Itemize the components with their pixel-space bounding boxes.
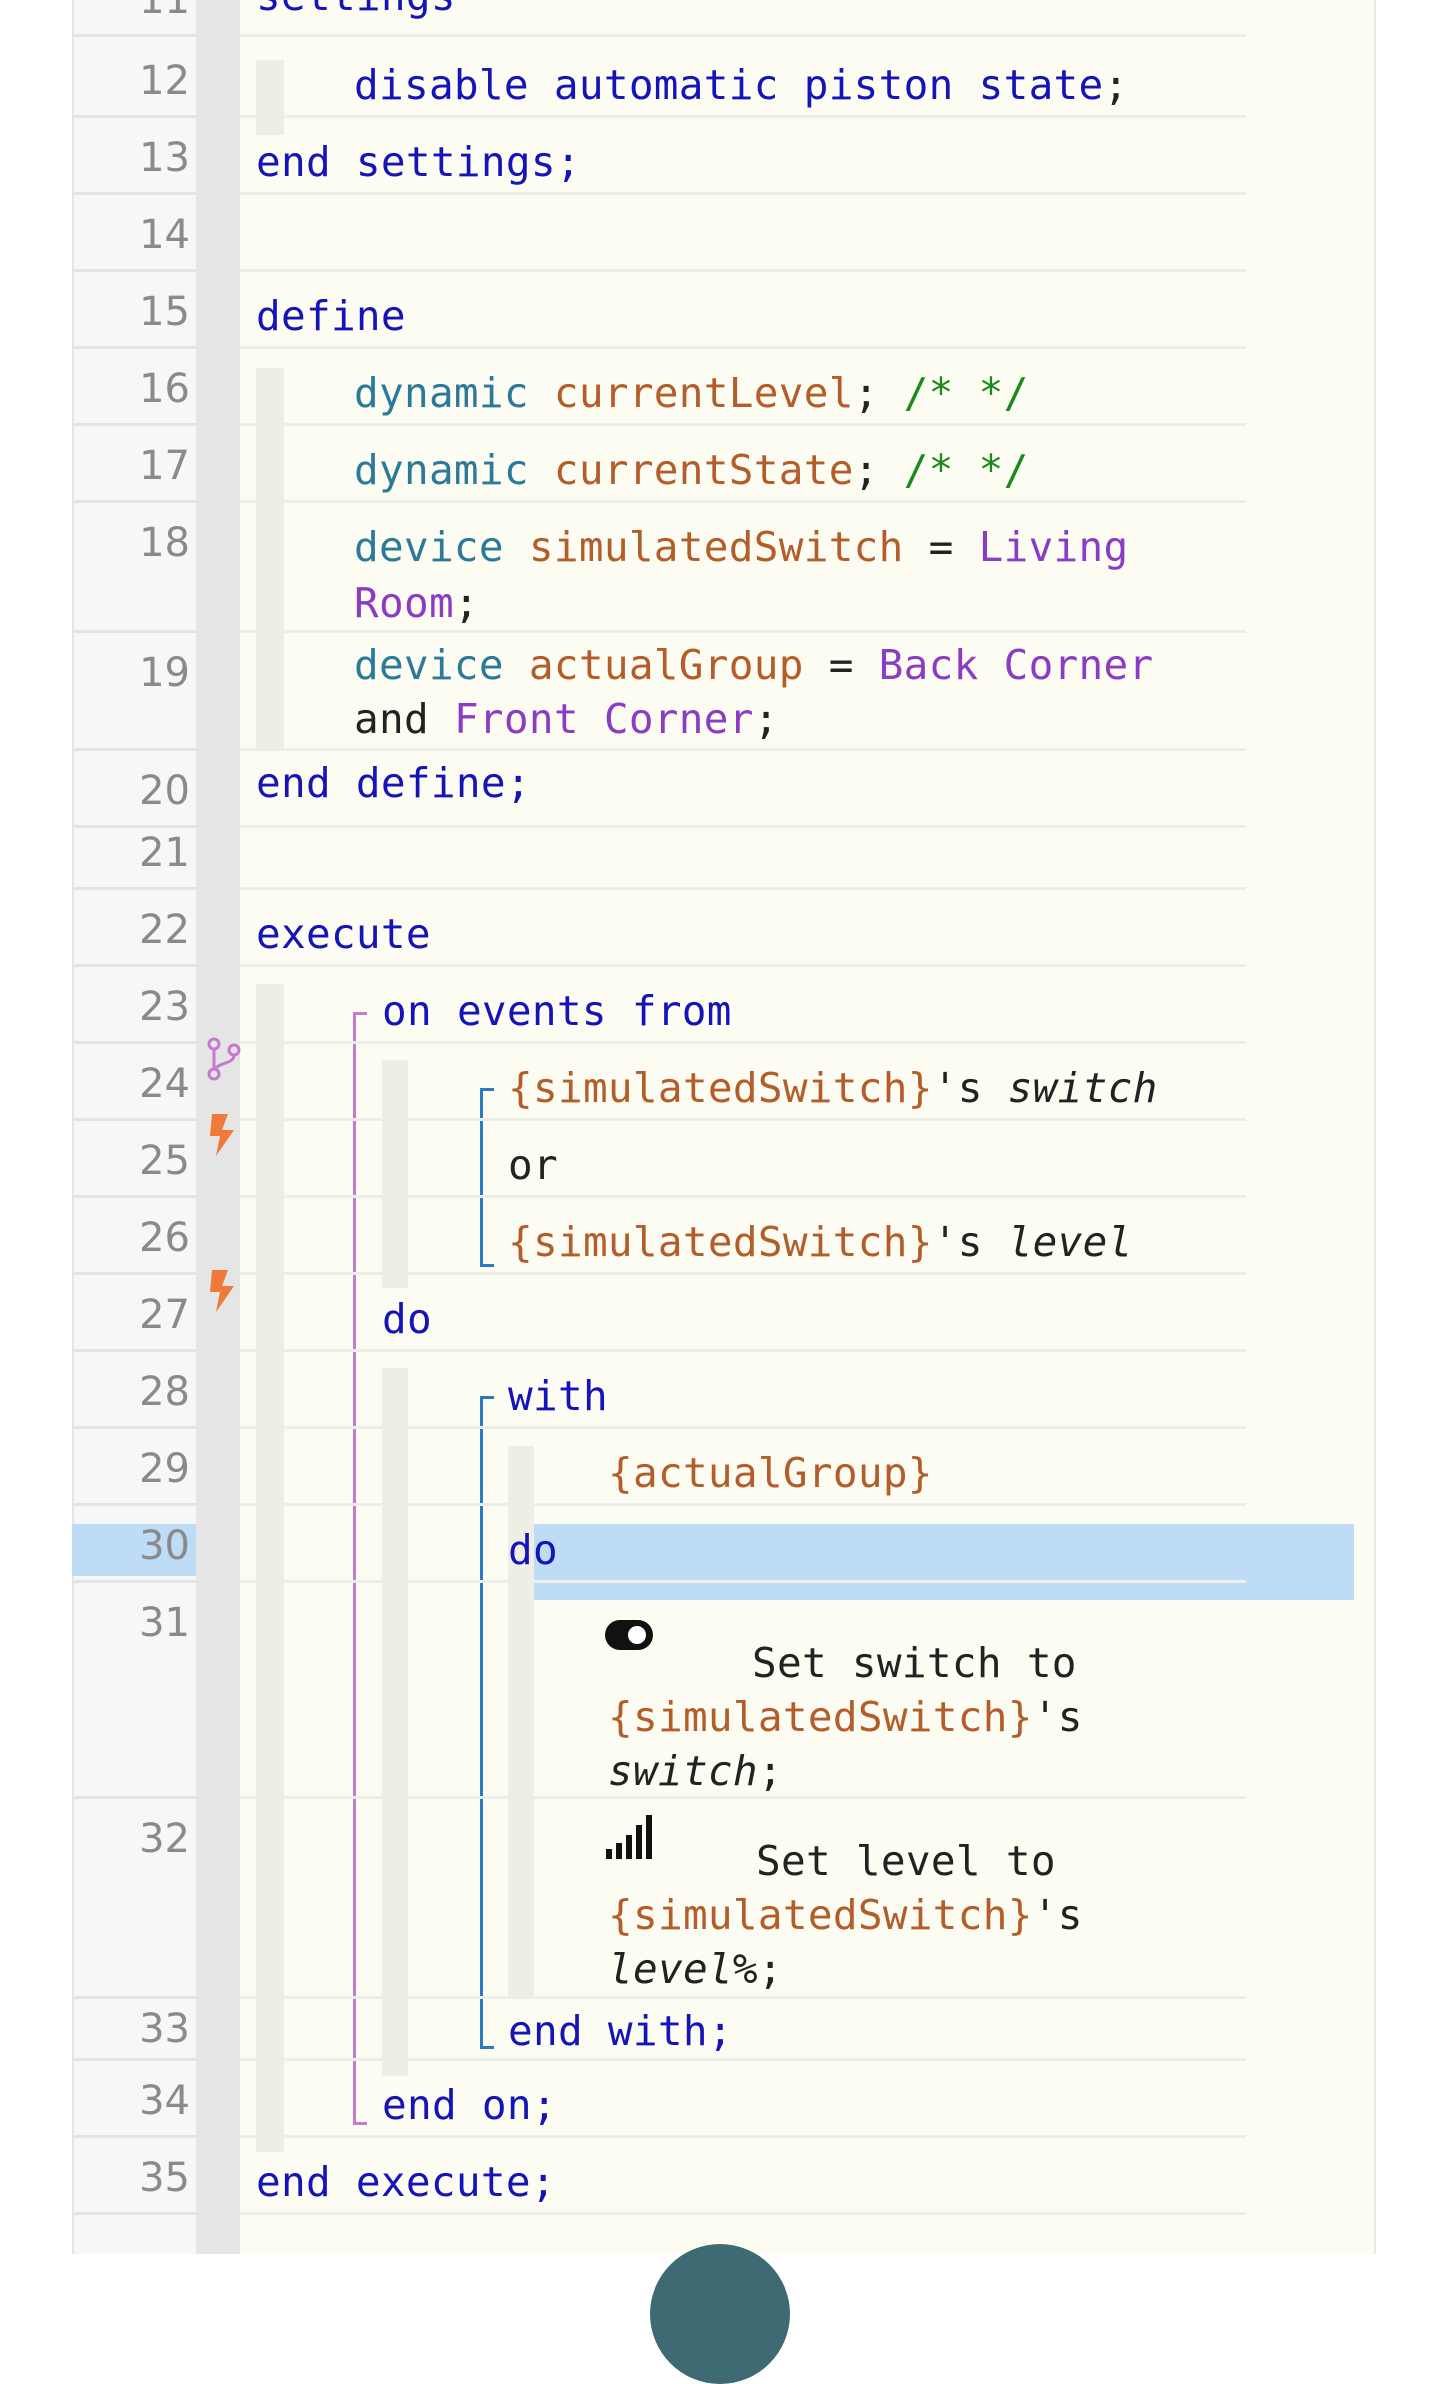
variable-name: {actualGroup} xyxy=(608,1449,933,1497)
keyword: on events from xyxy=(382,987,732,1035)
line-number: 20 xyxy=(139,768,190,814)
line-number: 30 xyxy=(139,1523,190,1569)
code-line-14[interactable]: 14 xyxy=(72,195,1246,272)
device-name: Living xyxy=(978,523,1129,571)
keyword: end define xyxy=(256,759,506,807)
line-number: 25 xyxy=(139,1138,190,1184)
variable-name: simulatedSwitch xyxy=(528,523,904,571)
code-line-16[interactable]: 16 dynamic currentLevel; /* */ xyxy=(72,349,1246,426)
line-number: 21 xyxy=(139,830,190,876)
code-line-18[interactable]: 18 device simulatedSwitch = Living Room; xyxy=(72,503,1246,633)
keyword: end execute xyxy=(256,2158,531,2206)
line-number: 32 xyxy=(139,1816,190,1862)
keyword: settings xyxy=(256,0,456,20)
variable-name: currentLevel xyxy=(553,369,854,417)
device-name: Front Corner xyxy=(453,695,754,743)
code-line-27[interactable]: 27 do xyxy=(72,1275,1246,1352)
line-number: 27 xyxy=(139,1292,190,1338)
keyword: disable automatic piston state xyxy=(354,61,1104,109)
variable-name: {simulatedSwitch} xyxy=(608,1693,1033,1741)
variable-name: {simulatedSwitch} xyxy=(508,1218,933,1266)
keyword: end with xyxy=(508,2007,708,2055)
line-number: 34 xyxy=(139,2078,190,2124)
comment: /* */ xyxy=(903,446,1029,494)
code-line-21[interactable]: 21 xyxy=(72,813,1246,890)
device-name: Room xyxy=(354,579,454,627)
keyword: with xyxy=(508,1372,608,1420)
line-number: 26 xyxy=(139,1215,190,1261)
keyword: do xyxy=(508,1526,558,1574)
line-number: 29 xyxy=(139,1446,190,1492)
toggle-switch-icon xyxy=(605,1620,653,1650)
attribute: level xyxy=(608,1945,733,1993)
variable-name: {simulatedSwitch} xyxy=(508,1064,933,1112)
line-number: 18 xyxy=(139,520,190,566)
keyword: execute xyxy=(256,910,431,958)
operator: or xyxy=(508,1141,558,1189)
attribute: level xyxy=(1007,1218,1133,1266)
code-line-25[interactable]: 25 or xyxy=(72,1121,1246,1198)
line-number: 17 xyxy=(139,443,190,489)
code-line-28[interactable]: 28 with xyxy=(72,1352,1246,1429)
line-number: 13 xyxy=(139,135,190,181)
code-line-23[interactable]: 23 on events from xyxy=(72,967,1246,1044)
line-number: 16 xyxy=(139,366,190,412)
code-line-15[interactable]: 15 define xyxy=(72,272,1246,349)
code-line-22[interactable]: 22 execute xyxy=(72,890,1246,967)
code-line-29[interactable]: 29 {actualGroup} xyxy=(72,1429,1246,1506)
signal-bars-icon xyxy=(606,1815,652,1859)
lightning-icon xyxy=(210,1114,234,1156)
code-line-12[interactable]: 12 disable automatic piston state; xyxy=(72,41,1246,118)
code-line-11[interactable]: 11 settings xyxy=(72,0,1246,37)
line-number: 11 xyxy=(139,0,190,23)
keyword: define xyxy=(256,292,406,340)
line-number: 22 xyxy=(139,907,190,953)
action-text: Set level to xyxy=(756,1837,1056,1885)
keyword: end on xyxy=(382,2081,532,2129)
device-name: Back Corner xyxy=(878,641,1154,689)
code-line-26[interactable]: 26 {simulatedSwitch}'s level xyxy=(72,1198,1246,1275)
variable-name: {simulatedSwitch} xyxy=(608,1891,1033,1939)
type: device xyxy=(354,523,504,571)
attribute: switch xyxy=(1007,1064,1158,1112)
code-line-35[interactable]: 35 end execute; xyxy=(72,2138,1246,2215)
variable-name: actualGroup xyxy=(528,641,804,689)
code-line-13[interactable]: 13 end settings; xyxy=(72,118,1246,195)
type: dynamic xyxy=(354,369,529,417)
code-line-19[interactable]: 19 device actualGroup = Back Corner and … xyxy=(72,633,1246,751)
line-number: 23 xyxy=(139,984,190,1030)
code-line-32[interactable]: 32 Set level to {simulatedSwitch}'s leve… xyxy=(72,1799,1246,1999)
code-line-24[interactable]: 24 {simulatedSwitch}'s switch xyxy=(72,1044,1246,1121)
line-number: 33 xyxy=(139,2006,190,2052)
line-number: 19 xyxy=(139,650,190,696)
line-number: 15 xyxy=(139,289,190,335)
line-number: 35 xyxy=(139,2155,190,2201)
line-number: 24 xyxy=(139,1061,190,1107)
line-number: 28 xyxy=(139,1369,190,1415)
variable-name: currentState xyxy=(553,446,854,494)
code-line-34[interactable]: 34 end on; xyxy=(72,2061,1246,2138)
code-line-31[interactable]: 31 Set switch to {simulatedSwitch}'s swi… xyxy=(72,1583,1246,1799)
comment: /* */ xyxy=(903,369,1029,417)
keyword: end settings xyxy=(256,138,556,186)
lightning-icon xyxy=(210,1270,234,1312)
action-text: Set switch to xyxy=(752,1639,1077,1687)
code-line-30[interactable]: 30 do xyxy=(72,1506,1246,1583)
line-number: 12 xyxy=(139,58,190,104)
type: device xyxy=(354,641,504,689)
floating-action-button[interactable] xyxy=(650,2244,790,2384)
branch-icon xyxy=(207,1037,241,1081)
line-number: 31 xyxy=(139,1600,190,1646)
line-number: 14 xyxy=(139,212,190,258)
keyword: do xyxy=(382,1295,432,1343)
code-line-17[interactable]: 17 dynamic currentState; /* */ xyxy=(72,426,1246,503)
type: dynamic xyxy=(354,446,529,494)
code-line-33[interactable]: 33 end with; xyxy=(72,1999,1246,2061)
attribute: switch xyxy=(608,1747,758,1795)
